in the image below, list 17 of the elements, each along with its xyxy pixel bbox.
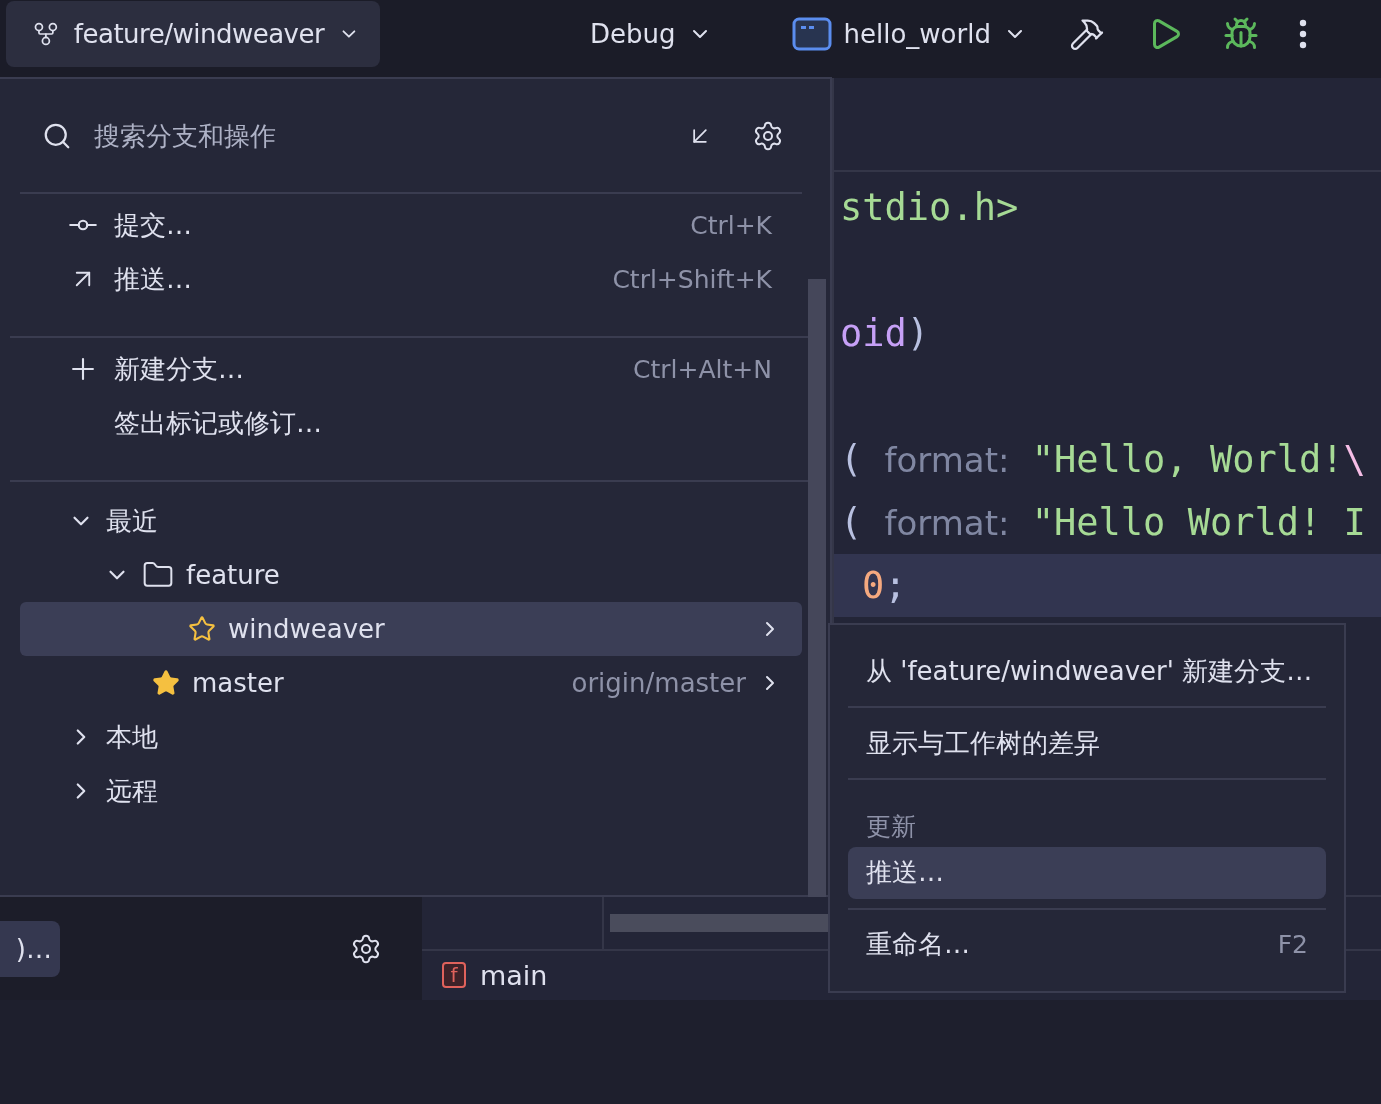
function-icon: f — [442, 962, 466, 988]
remote-branch: origin/master — [571, 668, 746, 698]
shortcut: F2 — [1277, 930, 1308, 960]
menu-section-header: 更新 — [865, 810, 917, 843]
tree-label: feature — [186, 560, 281, 590]
shortcut: Ctrl+Shift+K — [612, 264, 772, 294]
shortcut: Ctrl+K — [690, 210, 772, 240]
tree-label: 本地 — [106, 720, 159, 754]
tree-label: master — [192, 668, 285, 698]
tree-label: 最近 — [106, 504, 159, 538]
menu-item-label: 显示与工作树的差异 — [866, 726, 1100, 760]
menu-item-label: 重命名… — [866, 928, 970, 962]
tree-label: 远程 — [106, 774, 159, 808]
menu-item-label: 推送… — [866, 856, 944, 890]
menu-item-label: 从 'feature/windweaver' 新建分支… — [866, 654, 1313, 688]
shortcut: Ctrl+Alt+N — [633, 354, 772, 384]
tree-label: windweaver — [228, 614, 386, 644]
